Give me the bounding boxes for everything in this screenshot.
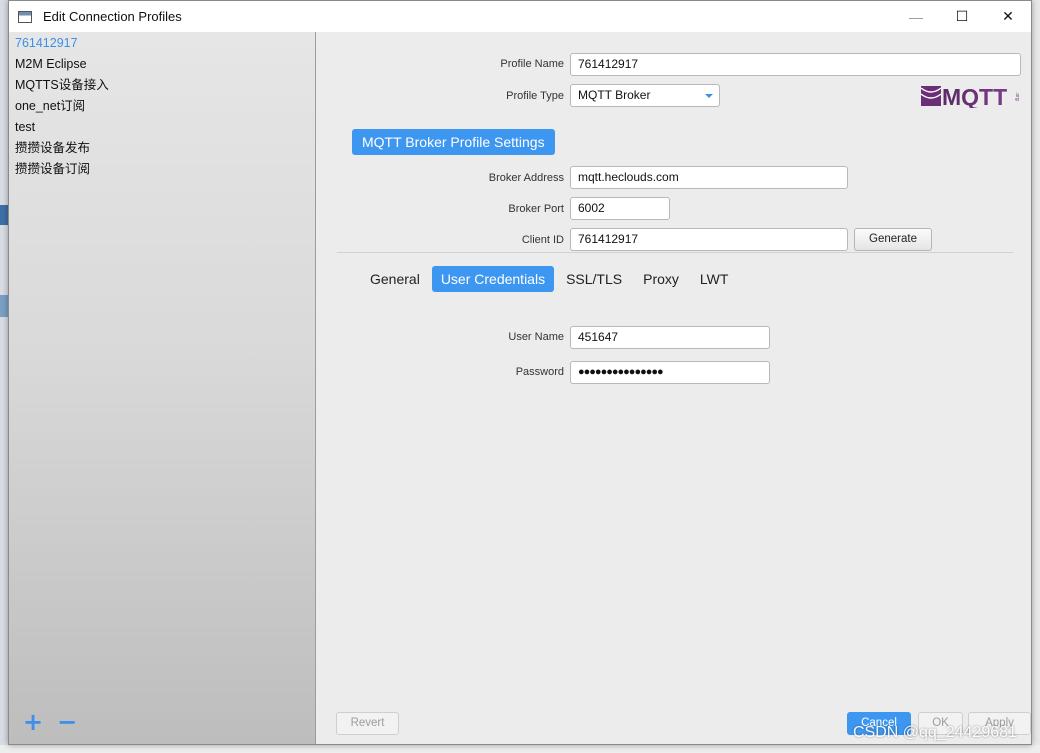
broker-address-field[interactable]: mqtt.heclouds.com <box>570 166 848 189</box>
tab-general[interactable]: General <box>361 266 429 292</box>
mqtt-logo-text: MQTT <box>942 84 1007 108</box>
window-controls: — ☐ ✕ <box>893 1 1031 32</box>
broker-address-label: Broker Address <box>488 172 564 184</box>
profile-name-field[interactable]: 761412917 <box>570 53 1021 76</box>
profile-type-select[interactable]: MQTT Broker <box>570 84 720 107</box>
window-content: 761412917 M2M Eclipse MQTTS设备接入 one_net订… <box>9 32 1031 744</box>
background-decoration <box>0 205 8 225</box>
watermark: CSDN @qq_24429681 <box>853 724 1017 741</box>
profile-item[interactable]: one_net订阅 <box>9 96 315 117</box>
broker-port-field[interactable]: 6002 <box>570 197 670 220</box>
window-title: Edit Connection Profiles <box>43 9 182 24</box>
username-field[interactable]: 451647 <box>570 326 770 349</box>
remove-profile-icon[interactable]: − <box>57 710 77 734</box>
profile-item[interactable]: 攒攒设备订阅 <box>9 159 315 180</box>
background-window-right <box>1032 0 1040 753</box>
maximize-button[interactable]: ☐ <box>939 1 985 32</box>
profile-type-label: Profile Type <box>506 90 564 102</box>
background-window-bottom <box>0 745 1040 753</box>
title-bar[interactable]: Edit Connection Profiles — ☐ ✕ <box>9 1 1031 32</box>
mqtt-logo-subtext: .org <box>1014 92 1020 101</box>
app-window-icon <box>18 10 32 23</box>
tab-user-credentials[interactable]: User Credentials <box>431 266 555 292</box>
generate-button[interactable]: Generate <box>854 228 932 251</box>
profile-item[interactable]: test <box>9 117 315 138</box>
password-label: Password <box>515 366 564 378</box>
password-field[interactable]: ●●●●●●●●●●●●●●● <box>570 361 770 384</box>
settings-tabs: General User Credentials SSL/TLS Proxy L… <box>361 266 740 292</box>
tab-lwt[interactable]: LWT <box>691 266 738 292</box>
profile-type-value: MQTT Broker <box>578 88 651 102</box>
sidebar-actions: + − <box>23 710 77 734</box>
profile-sidebar: 761412917 M2M Eclipse MQTTS设备接入 one_net订… <box>9 32 316 744</box>
profile-item[interactable]: 761412917 <box>9 33 315 54</box>
chevron-down-icon <box>705 94 713 98</box>
profile-item[interactable]: MQTTS设备接入 <box>9 75 315 96</box>
tab-ssl-tls[interactable]: SSL/TLS <box>557 266 631 292</box>
profile-item[interactable]: 攒攒设备发布 <box>9 138 315 159</box>
client-id-field[interactable]: 761412917 <box>570 228 848 251</box>
profile-editor: Profile Name 761412917 Profile Type MQTT… <box>317 32 1031 744</box>
mqtt-logo: MQTT .org <box>921 84 1020 108</box>
tab-proxy[interactable]: Proxy <box>634 266 688 292</box>
close-button[interactable]: ✕ <box>985 1 1031 32</box>
background-window-left <box>0 0 8 753</box>
divider <box>337 252 1013 253</box>
add-profile-icon[interactable]: + <box>23 710 43 734</box>
minimize-button[interactable]: — <box>893 1 939 32</box>
background-decoration <box>0 295 8 317</box>
section-title: MQTT Broker Profile Settings <box>352 129 555 155</box>
profile-list: 761412917 M2M Eclipse MQTTS设备接入 one_net订… <box>9 32 315 180</box>
username-label: User Name <box>508 331 564 343</box>
profile-name-label: Profile Name <box>500 58 564 70</box>
profile-item[interactable]: M2M Eclipse <box>9 54 315 75</box>
client-id-label: Client ID <box>521 234 564 246</box>
broker-port-label: Broker Port <box>508 203 564 215</box>
edit-connection-profiles-window: Edit Connection Profiles — ☐ ✕ 761412917… <box>8 0 1032 745</box>
revert-button[interactable]: Revert <box>336 712 399 735</box>
